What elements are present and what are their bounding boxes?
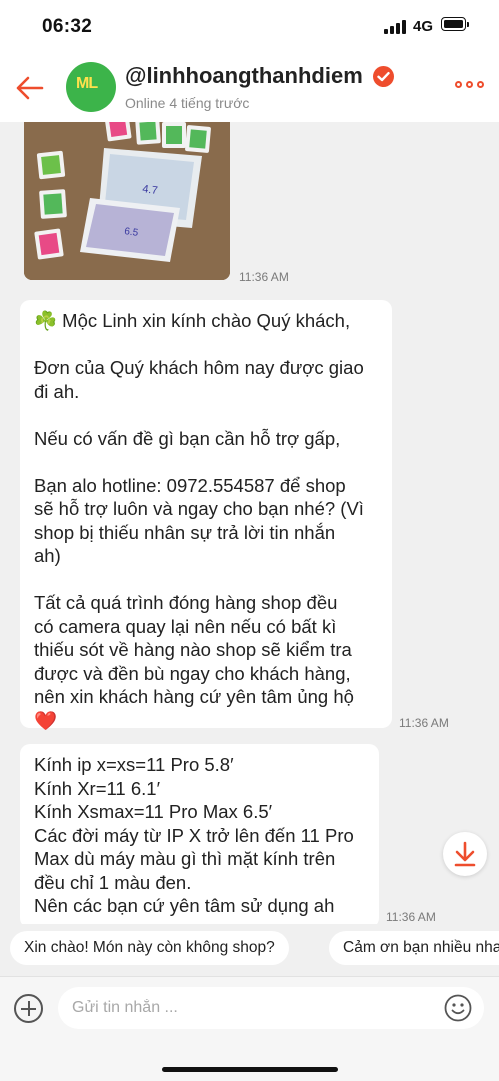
- chat-header: ML @linhhoangthanhdiem Online 4 tiếng tr…: [0, 54, 499, 123]
- online-status: Online 4 tiếng trước: [125, 95, 250, 111]
- product-photo-icon: 4.7 6.5: [24, 122, 230, 280]
- message-input-bar: [0, 976, 499, 1081]
- shop-avatar[interactable]: ML: [66, 62, 116, 112]
- status-bar: 06:32 4G: [0, 0, 499, 54]
- quick-reply-chip[interactable]: Xin chào! Món này còn không shop?: [10, 931, 289, 965]
- quick-replies: Xin chào! Món này còn không shop? Cảm ơn…: [0, 924, 499, 976]
- verified-check-icon: [373, 66, 394, 87]
- network-type: 4G: [413, 18, 434, 35]
- avatar-logo: ML: [76, 75, 98, 92]
- message-text: Kính ip x=xs=11 Pro 5.8′ Kính Xr=11 6.1′…: [34, 754, 354, 916]
- message-time: 11:36 AM: [239, 270, 289, 284]
- message-time: 11:36 AM: [386, 910, 436, 924]
- message-input[interactable]: [58, 987, 484, 1029]
- emoji-smile-icon[interactable]: [444, 994, 472, 1022]
- quick-reply-chip[interactable]: Cảm ơn bạn nhiều nha: [329, 931, 499, 965]
- message-text: ☘️ Mộc Linh xin kính chào Quý khách, Đơn…: [34, 310, 364, 731]
- status-time: 06:32: [42, 16, 93, 37]
- message-time: 11:36 AM: [399, 716, 449, 730]
- chat-messages[interactable]: 4.7 6.5 11:36 AM ☘️ Mộc Linh xin kính ch…: [0, 122, 499, 924]
- text-message[interactable]: ☘️ Mộc Linh xin kính chào Quý khách, Đơn…: [20, 300, 392, 731]
- product-image-message[interactable]: 4.7 6.5: [24, 122, 230, 280]
- battery-icon: [441, 17, 469, 33]
- home-indicator: [162, 1067, 338, 1072]
- arrow-down-icon[interactable]: [443, 832, 487, 876]
- shop-name[interactable]: @linhhoangthanhdiem: [125, 63, 363, 89]
- text-message[interactable]: Kính ip x=xs=11 Pro 5.8′ Kính Xr=11 6.1′…: [20, 744, 379, 924]
- more-dots-icon[interactable]: [455, 81, 485, 91]
- back-arrow-icon[interactable]: [14, 74, 44, 102]
- svg-text:6.5: 6.5: [124, 226, 140, 239]
- signal-icon: [384, 19, 408, 34]
- svg-text:4.7: 4.7: [142, 183, 159, 197]
- add-circle-icon[interactable]: [14, 994, 43, 1023]
